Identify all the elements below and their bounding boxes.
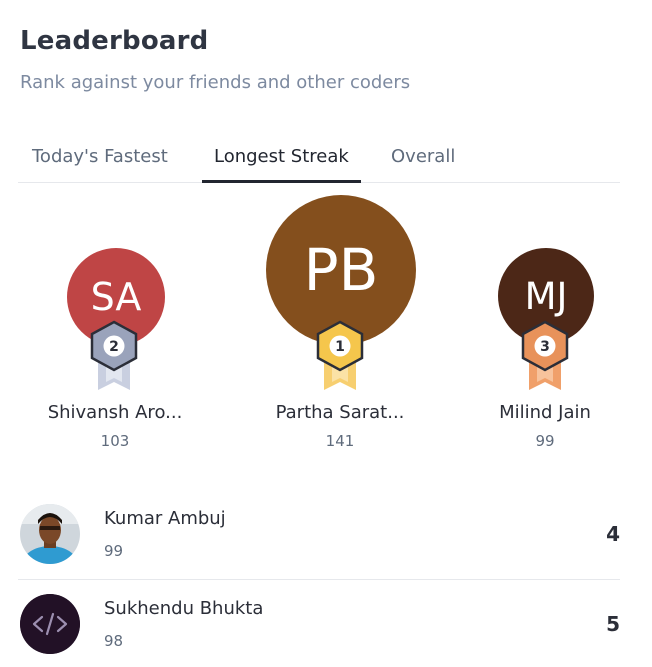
tab-todays-fastest[interactable]: Today's Fastest [20,140,180,183]
list-item[interactable]: Kumar Ambuj 99 4 [18,490,620,580]
podium-name: Partha Sarat... [275,402,405,423]
podium-name: Milind Jain [499,402,591,423]
podium-score: 141 [325,432,355,450]
bronze-medal-icon: 3 [521,320,569,390]
avatar-initials: PB [303,236,379,304]
code-icon [20,594,80,654]
avatar [20,504,80,564]
list-item-score: 99 [104,542,124,560]
gold-medal-icon: 1 [316,320,364,390]
podium-name: Shivansh Aro... [47,402,183,423]
list-item-name: Kumar Ambuj [104,508,226,529]
podium-score: 103 [100,432,130,450]
podium-score: 99 [535,432,555,450]
medal-rank: 3 [540,339,550,355]
avatar [20,594,80,654]
list-item-rank: 4 [606,522,620,546]
page-subtitle: Rank against your friends and other code… [20,72,411,93]
tab-longest-streak[interactable]: Longest Streak [202,140,361,183]
medal-rank: 2 [109,339,119,355]
avatar-initials: MJ [524,274,568,318]
list-item-name: Sukhendu Bhukta [104,598,264,619]
list-item[interactable]: Sukhendu Bhukta 98 5 [18,580,620,667]
tab-overall[interactable]: Overall [379,140,467,183]
list-item-rank: 5 [606,612,620,636]
avatar-initials: SA [90,275,142,319]
list-item-score: 98 [104,632,124,650]
page-title: Leaderboard [20,26,209,56]
medal-rank: 1 [335,339,345,355]
profile-photo-icon [20,504,80,564]
silver-medal-icon: 2 [90,320,138,390]
leaderboard-tabs: Today's Fastest Longest Streak Overall [18,140,620,183]
